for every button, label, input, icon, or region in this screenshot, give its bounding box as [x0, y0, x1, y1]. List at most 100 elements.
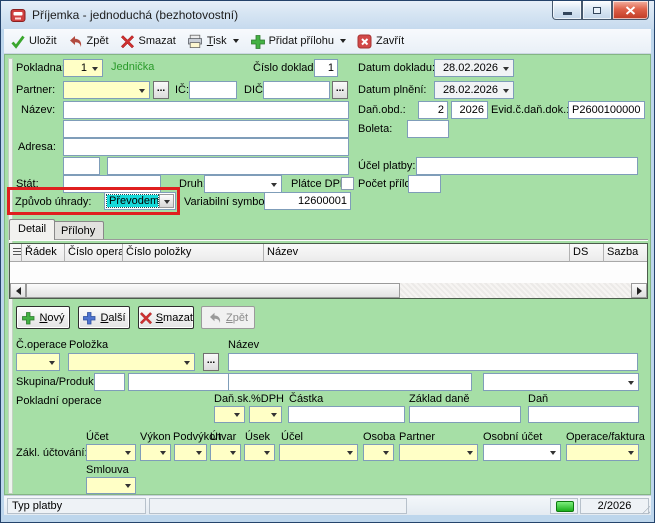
grid-empty-row[interactable]: [10, 262, 647, 284]
adresa-field-3[interactable]: [107, 157, 349, 175]
ucel-platby-field[interactable]: [416, 157, 638, 175]
osobni-ucet-combo[interactable]: [483, 444, 561, 461]
skupina-produkt-nazev-field[interactable]: [228, 373, 472, 391]
scroll-right-button[interactable]: [631, 283, 647, 298]
chevron-down-icon: [271, 183, 277, 187]
save-label: Uložit: [29, 35, 57, 47]
dan-obd-year-field[interactable]: [451, 101, 488, 119]
uct-partner-combo[interactable]: [399, 444, 478, 461]
platce-dph-checkbox[interactable]: [341, 177, 354, 190]
partner-combo[interactable]: [63, 81, 150, 99]
pokladni-operace-label: Pokladní operace: [16, 395, 102, 408]
grid-selector-column[interactable]: [10, 244, 22, 262]
datum-dokladu-label: Datum dokladu:: [358, 62, 435, 75]
arrow-left-icon: [16, 287, 21, 295]
cislo-dokladu-field[interactable]: [314, 59, 338, 77]
dic-field[interactable]: [263, 81, 330, 99]
zaklad-dane-field[interactable]: [409, 406, 521, 423]
plus-green-icon: [250, 34, 265, 49]
grid-col-ds[interactable]: DS: [570, 244, 604, 262]
dan-obd-month-field[interactable]: [418, 101, 448, 119]
grid-col-sazba[interactable]: Sazba: [604, 244, 647, 262]
adresa-label: Adresa:: [18, 141, 56, 154]
variabilni-symbol-field[interactable]: [264, 192, 351, 210]
period-panel: 2/2026: [580, 498, 649, 514]
minimize-button[interactable]: [552, 1, 582, 20]
scrollbar-track[interactable]: [400, 283, 631, 298]
datum-plneni-combo[interactable]: 28.02.2026: [434, 81, 514, 99]
cislo-dokladu-label: Číslo dokladu:: [253, 62, 323, 75]
dic-browse-button[interactable]: ...: [332, 81, 348, 99]
tab-divider-highlight: [9, 240, 648, 241]
chevron-down-icon[interactable]: [233, 39, 239, 43]
osoba-label: Osoba: [363, 431, 395, 444]
dan-sk-combo[interactable]: [214, 406, 245, 423]
polozka-combo[interactable]: [68, 353, 195, 371]
combo-arrow-button[interactable]: [159, 194, 174, 208]
uct-partner-label: Partner: [399, 431, 435, 444]
skupina-field[interactable]: [94, 373, 125, 391]
undo-button[interactable]: Zpět: [68, 34, 109, 49]
add-attachment-button[interactable]: Přidat přílohu: [250, 34, 346, 49]
delete-button[interactable]: Smazat: [120, 34, 176, 49]
pokladna-combo[interactable]: 1: [63, 59, 103, 77]
grid-col-radek[interactable]: Řádek: [22, 244, 65, 262]
zpet-radek-label: Zpět: [226, 312, 248, 324]
ucet-combo[interactable]: [86, 444, 136, 461]
adresa-field-1[interactable]: [63, 138, 349, 156]
dan-field[interactable]: [528, 406, 639, 423]
restore-button[interactable]: [582, 1, 612, 20]
chevron-down-icon[interactable]: [340, 39, 346, 43]
nazev-field-1[interactable]: [63, 101, 349, 119]
nazev-field-2[interactable]: [63, 120, 349, 138]
osoba-combo[interactable]: [363, 444, 394, 461]
grid-col-cislo-polozky[interactable]: Číslo položky: [123, 244, 264, 262]
save-button[interactable]: Uložit: [10, 34, 57, 49]
chevron-down-icon: [628, 381, 634, 385]
smlouva-combo[interactable]: [86, 477, 136, 494]
evid-field[interactable]: [568, 101, 645, 119]
pokladna-value: 1: [67, 62, 87, 74]
castka-field[interactable]: [288, 406, 405, 423]
scroll-left-button[interactable]: [10, 283, 26, 298]
grid-col-cislo-operace[interactable]: Číslo operace: [65, 244, 123, 262]
zpusob-uhrady-combo[interactable]: Převodem: [104, 192, 176, 210]
chevron-down-icon: [383, 451, 389, 455]
close-form-button[interactable]: Zavřít: [357, 34, 404, 49]
podvykon-combo[interactable]: [174, 444, 207, 461]
skupina-produkt-combo[interactable]: [483, 373, 639, 391]
close-button[interactable]: [612, 1, 649, 20]
ucel-combo[interactable]: [279, 444, 358, 461]
usek-combo[interactable]: [244, 444, 275, 461]
scrollbar-thumb[interactable]: [26, 283, 400, 298]
smazat-radek-button[interactable]: Smazat: [138, 306, 194, 329]
operace-faktura-combo[interactable]: [566, 444, 639, 461]
chevron-down-icon: [125, 451, 131, 455]
utvar-combo[interactable]: [210, 444, 241, 461]
produkt-field[interactable]: [128, 373, 232, 391]
druh-combo[interactable]: [204, 175, 282, 193]
zaklad-dane-label: Základ daně: [409, 393, 470, 406]
tab-detail[interactable]: Detail: [9, 219, 55, 240]
partner-browse-button[interactable]: ...: [153, 81, 169, 99]
utvar-label: Útvar: [210, 431, 236, 444]
datum-dokladu-combo[interactable]: 28.02.2026: [434, 59, 514, 77]
grid-col-nazev[interactable]: Název: [264, 244, 570, 262]
tab-prilohy[interactable]: Přílohy: [52, 221, 104, 240]
ic-field[interactable]: [189, 81, 237, 99]
detail-nazev-field[interactable]: [228, 353, 638, 371]
app-window: Příjemka - jednoduchá (bezhotovostní) Ul…: [0, 0, 655, 523]
novy-button[interactable]: Nový: [16, 306, 70, 329]
title-bar[interactable]: Příjemka - jednoduchá (bezhotovostní): [1, 1, 654, 29]
dph-combo[interactable]: [249, 406, 282, 423]
datum-plneni-value: 28.02.2026: [438, 84, 498, 96]
boleta-field[interactable]: [407, 120, 449, 138]
dalsi-button[interactable]: Další: [78, 306, 130, 329]
pocet-priloh-field[interactable]: [408, 175, 441, 193]
c-operace-combo[interactable]: [16, 353, 60, 371]
polozka-browse-button[interactable]: ...: [203, 353, 219, 371]
chevron-down-icon: [234, 413, 240, 417]
print-button[interactable]: Tisk: [187, 34, 239, 49]
adresa-field-2[interactable]: [63, 157, 100, 175]
vykon-combo[interactable]: [140, 444, 171, 461]
